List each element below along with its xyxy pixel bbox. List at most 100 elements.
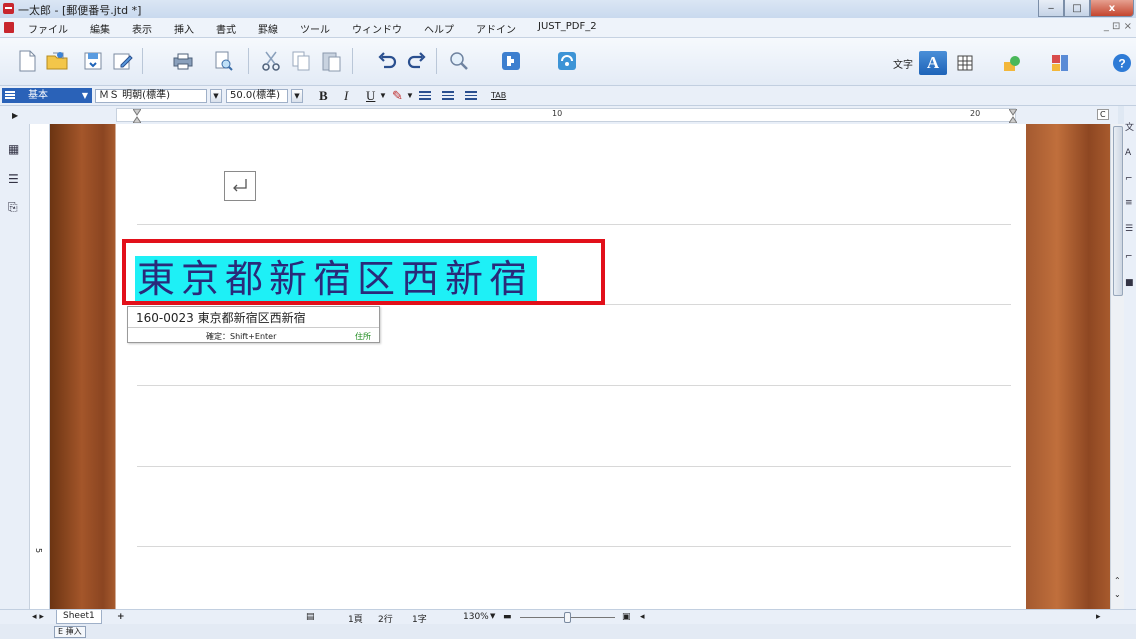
format-bar: 基本 ▼ ＭＳ 明朝(標準) ▼ 50.0(標準) ▼ B I U ▼ ✎ ▼ … <box>0 86 1136 106</box>
font-name-field[interactable]: ＭＳ 明朝(標準) <box>95 89 207 103</box>
align-center-icon[interactable] <box>442 91 454 101</box>
input-mode-label: 挿入 <box>65 627 82 636</box>
italic-button[interactable]: I <box>344 89 348 103</box>
assistant-icon[interactable] <box>554 48 580 74</box>
toolbar-separator <box>142 48 143 74</box>
save-as-icon[interactable] <box>110 48 136 74</box>
vertical-ruler[interactable]: 5 <box>30 124 50 609</box>
zoom-in-icon[interactable]: ▣ <box>622 612 631 622</box>
ruler-mark-10: 10 <box>552 109 563 118</box>
menu-tools[interactable]: ツール <box>289 21 341 36</box>
scroll-page-down-icon[interactable]: ⌄ <box>1114 590 1121 599</box>
window-controls: ‒ □ x <box>1038 0 1134 17</box>
outline-icon[interactable]: ☰ <box>8 172 22 186</box>
vertical-scrollbar[interactable]: ⌃ ⌄ <box>1110 124 1124 609</box>
menu-insert[interactable]: 挿入 <box>163 21 205 36</box>
palette-indent-icon[interactable]: ☰ <box>1125 224 1136 235</box>
ruler-scale[interactable]: 10 20 <box>116 108 1018 124</box>
tab-button[interactable]: TAB <box>491 89 506 103</box>
zoom-out-icon[interactable]: ▬ <box>503 612 512 622</box>
palette-font-icon[interactable]: A <box>1125 148 1136 159</box>
menu-window[interactable]: ウィンドウ <box>341 21 413 36</box>
shape-icon[interactable] <box>998 51 1026 75</box>
menu-addin[interactable]: アドイン <box>465 21 527 36</box>
menu-file[interactable]: ファイル <box>17 21 79 36</box>
horizontal-ruler[interactable]: ▶ 10 20 C <box>0 106 1118 124</box>
palette-image-icon[interactable]: ■ <box>1125 278 1136 289</box>
menu-edit[interactable]: 編集 <box>79 21 121 36</box>
sheet-prev-icon[interactable]: ◂ ▸ <box>32 612 44 622</box>
grid-view-icon[interactable]: ▦ <box>8 142 22 156</box>
document-page[interactable] <box>116 124 1026 609</box>
ime-candidate-box[interactable]: 160-0023 東京都新宿区西新宿 確定：Shift+Enter 住所 <box>127 306 380 343</box>
ruler-expand-icon[interactable]: ▶ <box>12 111 18 120</box>
document-window-controls[interactable]: _ ⊡ × <box>1104 21 1132 32</box>
tools-puzzle-icon[interactable] <box>498 48 524 74</box>
close-button[interactable]: x <box>1090 0 1134 17</box>
layout-frame-icon[interactable] <box>1046 51 1074 75</box>
menu-ruled-lines[interactable]: 罫線 <box>247 21 289 36</box>
left-sidebar: ▦ ☰ ⎘ <box>0 124 30 609</box>
palette-char-icon[interactable]: 文 <box>1125 120 1136 133</box>
size-dropdown-icon[interactable]: ▼ <box>291 89 303 103</box>
copy-icon[interactable] <box>288 48 314 74</box>
minimize-button[interactable]: ‒ <box>1038 0 1064 17</box>
ime-candidate[interactable]: 160-0023 東京都新宿区西新宿 <box>136 309 306 326</box>
underline-dropdown-icon[interactable]: ▼ <box>379 89 387 103</box>
chevron-down-icon: ▼ <box>81 91 88 100</box>
view-mode-icon[interactable]: ▤ <box>306 612 315 622</box>
zoom-slider-thumb[interactable] <box>564 612 571 623</box>
document-icon[interactable] <box>4 22 14 33</box>
underline-button[interactable]: U <box>366 89 375 103</box>
app-icon[interactable] <box>3 3 14 14</box>
font-dropdown-icon[interactable]: ▼ <box>210 89 222 103</box>
menu-view[interactable]: 表示 <box>121 21 163 36</box>
search-icon[interactable] <box>446 48 472 74</box>
align-right-icon[interactable] <box>465 91 477 101</box>
print-preview-icon[interactable] <box>210 48 236 74</box>
save-icon[interactable] <box>80 48 106 74</box>
ruler-column-mark[interactable]: C <box>1097 109 1109 120</box>
svg-text:?: ? <box>1118 57 1125 71</box>
input-mode-indicator[interactable]: E 挿入 <box>54 626 86 638</box>
style-selector[interactable]: 基本 ▼ <box>2 88 92 103</box>
menu-bar: ファイル 編集 表示 挿入 書式 罫線 ツール ウィンドウ ヘルプ アドイン J… <box>0 18 1136 38</box>
scrollbar-thumb[interactable] <box>1113 126 1123 296</box>
input-mode-icon: E <box>58 627 64 636</box>
hscroll-left-icon[interactable]: ◂ <box>640 612 645 622</box>
right-indent-marker[interactable] <box>1008 108 1018 124</box>
left-indent-marker[interactable] <box>132 108 142 124</box>
align-left-icon[interactable] <box>419 91 431 101</box>
line-guide <box>137 466 1011 467</box>
palette-layout-icon[interactable]: ⌐ <box>1125 252 1136 263</box>
cut-icon[interactable] <box>258 48 284 74</box>
add-sheet-icon[interactable]: + <box>117 612 125 622</box>
palette-list-icon[interactable]: ≡ <box>1125 198 1136 209</box>
new-document-icon[interactable] <box>14 48 40 74</box>
table-icon[interactable] <box>951 51 979 75</box>
sheet-tab[interactable]: Sheet1 <box>56 610 102 624</box>
zoom-level[interactable]: 130% <box>463 612 489 622</box>
sheet-icon[interactable]: ⎘ <box>8 200 22 214</box>
help-icon[interactable]: ? <box>1108 51 1136 75</box>
print-icon[interactable] <box>170 48 196 74</box>
zoom-dropdown-icon[interactable]: ▼ <box>490 612 495 620</box>
font-size-field[interactable]: 50.0(標準) <box>226 89 288 103</box>
undo-icon[interactable] <box>374 48 400 74</box>
text-mode-button[interactable]: A <box>919 51 947 75</box>
toolbar-separator <box>436 48 437 74</box>
menu-just-pdf[interactable]: JUST_PDF_2 <box>527 21 608 36</box>
maximize-button[interactable]: □ <box>1064 0 1090 17</box>
menu-format[interactable]: 書式 <box>205 21 247 36</box>
text-color-icon[interactable]: ✎ <box>392 89 403 103</box>
color-dropdown-icon[interactable]: ▼ <box>406 89 414 103</box>
redo-icon[interactable] <box>404 48 430 74</box>
menu-help[interactable]: ヘルプ <box>413 21 465 36</box>
hscroll-right-icon[interactable]: ▸ <box>1096 612 1101 622</box>
paste-icon[interactable] <box>318 48 344 74</box>
palette-frame-icon[interactable]: ⌐ <box>1125 174 1136 185</box>
bold-button[interactable]: B <box>319 89 328 103</box>
scroll-page-up-icon[interactable]: ⌃ <box>1114 576 1121 585</box>
open-folder-icon[interactable] <box>44 48 70 74</box>
toolbar-separator <box>352 48 353 74</box>
